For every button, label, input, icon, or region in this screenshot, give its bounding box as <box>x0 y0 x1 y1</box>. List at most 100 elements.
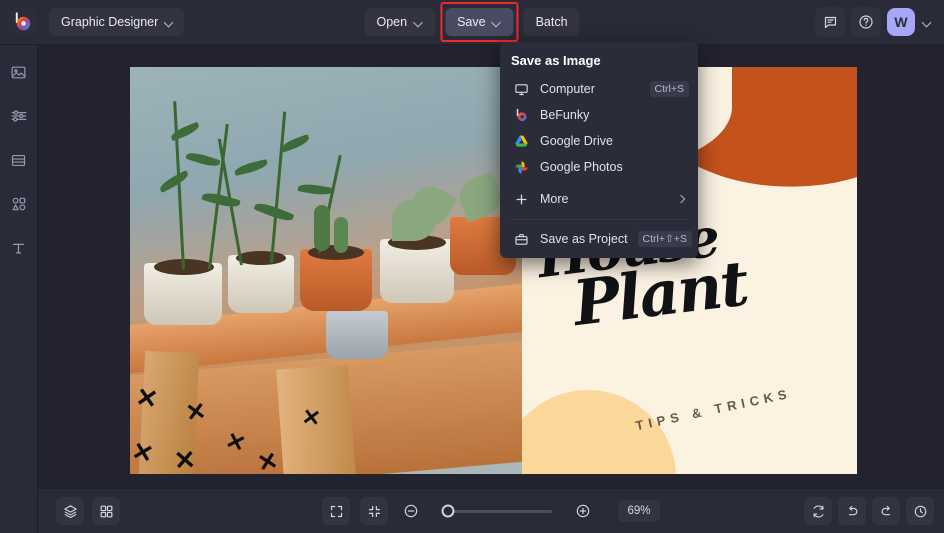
design-x-mark[interactable]: ✕ <box>134 381 161 414</box>
menu-item-save-as-project[interactable]: Save as Project Ctrl+⇧+S <box>500 226 698 252</box>
reset-button[interactable] <box>804 497 832 525</box>
layers-icon <box>63 504 77 518</box>
photo-leaf <box>185 149 221 170</box>
feedback-button[interactable] <box>815 7 845 37</box>
zoom-slider-handle[interactable] <box>441 504 455 518</box>
monitor-icon <box>513 81 530 98</box>
undo-icon <box>848 505 857 515</box>
menu-item-save-as-project-label: Save as Project <box>540 232 628 246</box>
chevron-right-icon <box>678 195 686 203</box>
image-icon <box>11 66 26 78</box>
center-tool-group: Open Save Batch <box>364 2 580 42</box>
open-button[interactable]: Open <box>364 8 436 36</box>
design-canvas[interactable]: House Plant TIPS & TRICKS ✕ ✕ ✕ ✕ ✕ ✕ ✕ <box>130 67 857 474</box>
save-button-label: Save <box>457 15 486 29</box>
menu-item-befunky[interactable]: BeFunky <box>500 102 698 128</box>
menu-item-befunky-label: BeFunky <box>540 108 590 122</box>
befunky-logo-icon <box>15 12 31 31</box>
briefcase-icon <box>513 231 530 248</box>
zoom-in-button[interactable] <box>570 498 596 524</box>
user-avatar[interactable]: W <box>887 8 915 36</box>
menu-item-computer-label: Computer <box>540 82 595 96</box>
chevron-down-icon <box>414 18 423 27</box>
text-t-icon <box>12 243 25 253</box>
photo-soil <box>236 251 286 265</box>
shapes-icon <box>12 197 25 211</box>
bottom-toolbar: 69% <box>38 488 944 533</box>
photo-fern-stem <box>270 111 287 264</box>
photo-cactus <box>314 205 330 251</box>
open-button-label: Open <box>376 15 408 29</box>
question-circle-icon <box>859 15 873 29</box>
grid-icon <box>100 505 112 517</box>
history-button[interactable] <box>906 497 934 525</box>
layout-icon <box>11 154 26 166</box>
befunky-logo-icon <box>513 107 530 124</box>
sidebar-item-image[interactable] <box>6 59 32 85</box>
befunky-logo-button[interactable] <box>9 8 37 36</box>
design-x-mark[interactable]: ✕ <box>300 404 322 431</box>
menu-item-google-photos[interactable]: Google Photos <box>500 154 698 180</box>
plus-icon <box>513 191 530 208</box>
design-yellow-circle-shape <box>522 390 676 474</box>
save-dropdown-menu[interactable]: Save as Image Computer Ctrl+S BeFunky Go… <box>500 42 698 258</box>
plus-circle-icon <box>576 504 590 518</box>
menu-item-computer[interactable]: Computer Ctrl+S <box>500 76 698 102</box>
zoom-out-button[interactable] <box>398 498 424 524</box>
mode-selector-label: Graphic Designer <box>61 15 159 29</box>
sidebar-item-text[interactable] <box>6 235 32 261</box>
bottom-right-group <box>804 497 934 525</box>
design-x-mark[interactable]: ✕ <box>173 444 197 474</box>
avatar-initial: W <box>894 14 908 30</box>
top-right-tool-group: W <box>815 7 936 37</box>
left-sidebar <box>0 45 38 533</box>
menu-item-more-label: More <box>540 192 569 206</box>
menu-item-computer-shortcut: Ctrl+S <box>649 81 689 97</box>
save-button[interactable]: Save <box>445 8 514 36</box>
menu-item-google-drive[interactable]: Google Drive <box>500 128 698 154</box>
bottom-left-group <box>56 497 120 525</box>
chevron-down-icon <box>493 18 502 27</box>
redo-icon <box>881 505 890 515</box>
zoom-level-value[interactable]: 69% <box>618 500 660 522</box>
fullscreen-button[interactable] <box>322 497 350 525</box>
zoom-control-group: 69% <box>322 497 660 525</box>
batch-button[interactable]: Batch <box>523 8 580 36</box>
menu-item-more[interactable]: More <box>500 186 698 212</box>
menu-item-save-as-project-shortcut: Ctrl+⇧+S <box>637 231 692 247</box>
help-button[interactable] <box>851 7 881 37</box>
zoom-slider[interactable] <box>441 504 552 518</box>
batch-button-label: Batch <box>535 15 568 29</box>
undo-button[interactable] <box>838 497 866 525</box>
design-subtitle[interactable]: TIPS & TRICKS <box>634 386 793 434</box>
layers-button[interactable] <box>56 497 84 525</box>
chevron-down-icon <box>165 18 174 27</box>
sidebar-item-graphics[interactable] <box>6 191 32 217</box>
save-button-wrapper: Save <box>440 2 519 42</box>
minus-circle-icon <box>404 504 418 518</box>
photo-pot <box>326 311 388 359</box>
menu-item-google-photos-label: Google Photos <box>540 160 623 174</box>
fit-to-screen-button[interactable] <box>360 497 388 525</box>
sliders-icon <box>11 110 26 122</box>
sidebar-item-edit[interactable] <box>6 103 32 129</box>
canvas-workspace[interactable]: House Plant TIPS & TRICKS ✕ ✕ ✕ ✕ ✕ ✕ ✕ <box>38 45 944 488</box>
save-menu-title: Save as Image <box>511 53 601 68</box>
mode-selector[interactable]: Graphic Designer <box>49 8 185 36</box>
grid-view-button[interactable] <box>92 497 120 525</box>
chat-bubble-icon <box>824 16 836 28</box>
fit-to-screen-icon <box>368 505 380 517</box>
chevron-down-icon[interactable] <box>923 18 932 27</box>
sidebar-item-templates[interactable] <box>6 147 32 173</box>
photo-succulent <box>454 171 506 223</box>
redo-button[interactable] <box>872 497 900 525</box>
photo-leaf <box>279 134 311 153</box>
menu-item-google-drive-label: Google Drive <box>540 134 613 148</box>
photo-leaf <box>233 159 269 176</box>
befunky-app-window: Graphic Designer Open Save Batch W Plant… <box>0 0 944 533</box>
google-drive-icon <box>513 133 530 150</box>
photo-leaf <box>157 170 191 193</box>
top-toolbar: Graphic Designer Open Save Batch W <box>0 0 944 45</box>
design-x-mark[interactable]: ✕ <box>184 398 208 428</box>
history-clock-icon <box>914 505 926 517</box>
